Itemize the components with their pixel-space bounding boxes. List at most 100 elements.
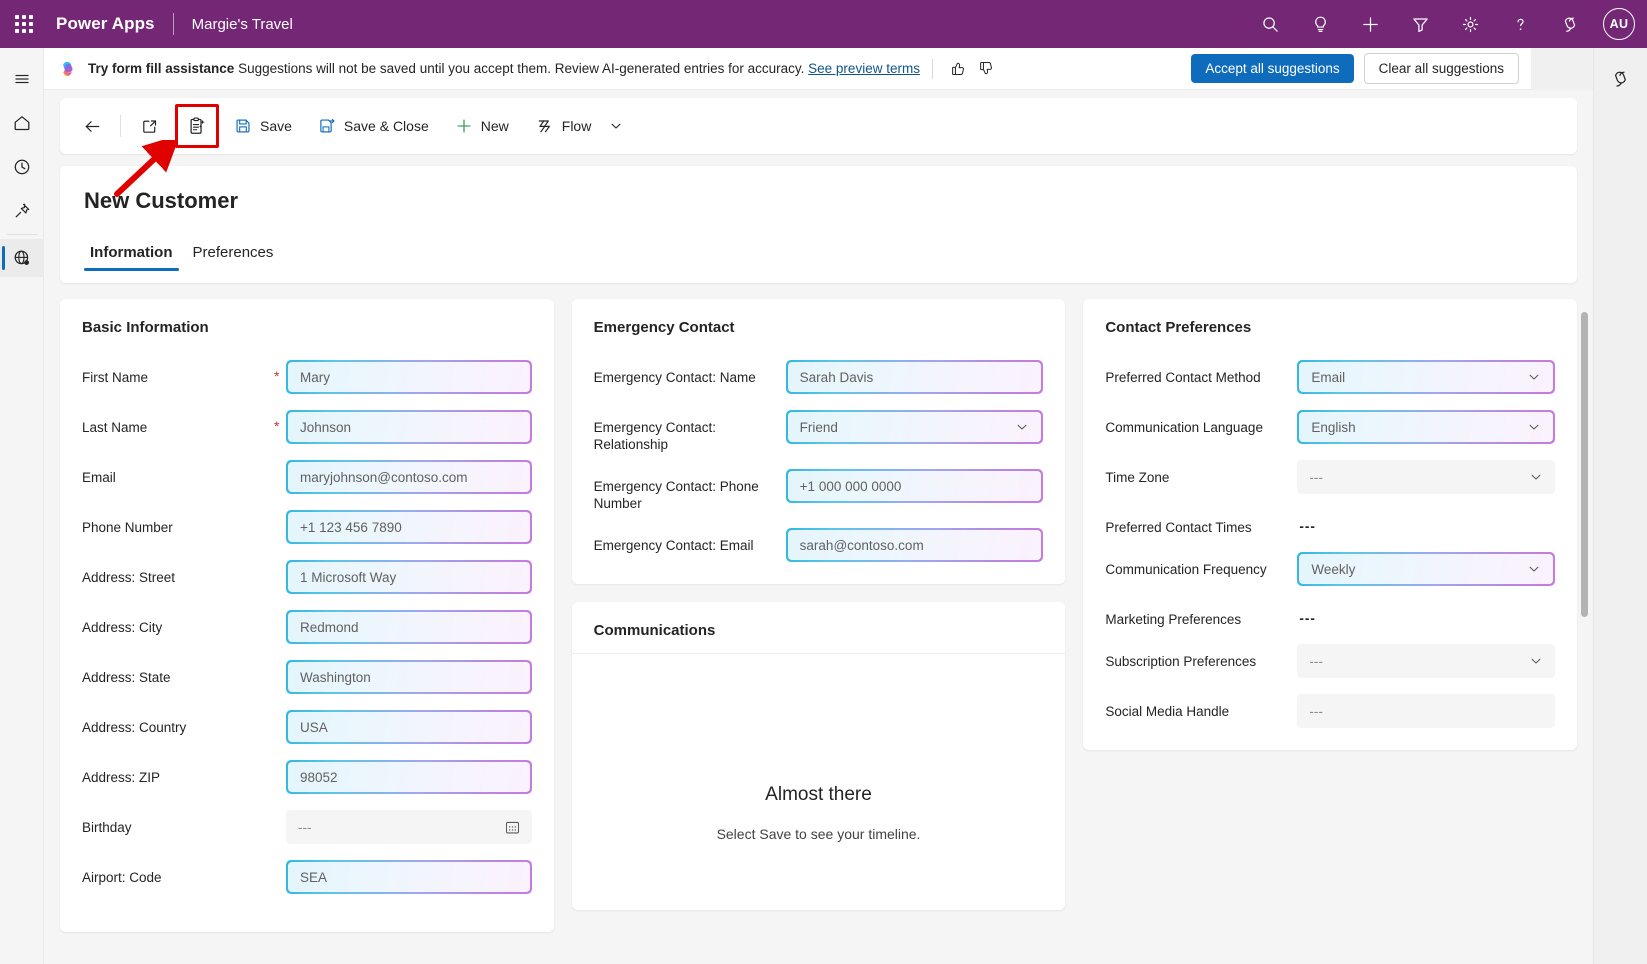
command-bar: Save Save & Close New Flow <box>60 98 1577 154</box>
copilot-button[interactable] <box>1545 0 1595 48</box>
field-label: Time Zone <box>1105 460 1297 486</box>
field-control: Weekly <box>1297 552 1555 586</box>
field-emergency-phone: Emergency Contact: Phone Number +1 000 0… <box>594 469 1044 512</box>
field-address-zip: Address: ZIP 98052 <box>82 760 532 794</box>
filter-button[interactable] <box>1395 0 1445 48</box>
input-value: Mary <box>288 362 530 392</box>
subscription-preferences-select[interactable]: --- <box>1297 644 1555 678</box>
avatar[interactable]: AU <box>1603 8 1635 40</box>
clear-all-suggestions-button[interactable]: Clear all suggestions <box>1364 53 1519 84</box>
required-spacer <box>274 660 286 668</box>
field-control: --- <box>1297 644 1555 678</box>
airport-code-input[interactable]: SEA <box>286 860 532 894</box>
phone-number-input[interactable]: +1 123 456 7890 <box>286 510 532 544</box>
field-label: Address: Country <box>82 710 274 736</box>
sidebar-item-menu[interactable] <box>0 60 44 98</box>
email-input[interactable]: maryjohnson@contoso.com <box>286 460 532 494</box>
field-address-state: Address: State Washington <box>82 660 532 694</box>
banner-message: Try form fill assistance Suggestions wil… <box>88 61 920 76</box>
settings-button[interactable] <box>1445 0 1495 48</box>
field-control: --- <box>1297 602 1555 626</box>
column-basic-information: Basic Information First Name * Mary Last… <box>60 299 554 932</box>
sidebar-item-pinned[interactable] <box>0 192 44 230</box>
sidebar-item-recent[interactable] <box>0 148 44 186</box>
empty-state-title: Almost there <box>594 784 1044 806</box>
new-record-button[interactable] <box>1345 0 1395 48</box>
address-street-input[interactable]: 1 Microsoft Way <box>286 560 532 594</box>
address-city-input[interactable]: Redmond <box>286 610 532 644</box>
form-fill-assistance-button[interactable] <box>179 108 215 144</box>
copilot-icon <box>1560 14 1581 35</box>
communication-frequency-select[interactable]: Weekly <box>1297 552 1555 586</box>
first-name-input[interactable]: Mary <box>286 360 532 394</box>
emergency-phone-input[interactable]: +1 000 000 0000 <box>786 469 1044 503</box>
time-zone-select[interactable]: --- <box>1297 460 1555 494</box>
preferred-contact-method-select[interactable]: Email <box>1297 360 1555 394</box>
address-zip-input[interactable]: 98052 <box>286 760 532 794</box>
field-control: SEA <box>286 860 532 894</box>
select-row: Email <box>1299 362 1553 392</box>
sidebar-item-customers[interactable] <box>0 239 44 277</box>
emergency-email-input[interactable]: sarah@contoso.com <box>786 528 1044 562</box>
form-fill-sparkle-icon <box>187 116 208 137</box>
save-and-close-button[interactable]: Save & Close <box>307 108 440 144</box>
calendar-icon[interactable] <box>505 820 520 835</box>
app-launcher-button[interactable] <box>0 0 48 48</box>
input-value: 1 Microsoft Way <box>288 562 530 592</box>
chevron-down-icon <box>1527 420 1541 434</box>
thumbs-down-button[interactable] <box>973 55 1001 83</box>
card-emergency-contact: Emergency Contact Emergency Contact: Nam… <box>572 299 1066 584</box>
field-control: Friend <box>786 410 1044 444</box>
required-indicator: * <box>274 410 286 434</box>
new-button[interactable]: New <box>444 108 520 144</box>
last-name-input[interactable]: Johnson <box>286 410 532 444</box>
card-title: Contact Preferences <box>1105 319 1555 336</box>
field-label: Emergency Contact: Relationship <box>594 410 786 453</box>
field-address-city: Address: City Redmond <box>82 610 532 644</box>
field-control: +1 123 456 7890 <box>286 510 532 544</box>
input-value: Johnson <box>288 412 530 442</box>
field-phone-number: Phone Number +1 123 456 7890 <box>82 510 532 544</box>
address-country-input[interactable]: USA <box>286 710 532 744</box>
help-button[interactable] <box>1495 0 1545 48</box>
tab-information[interactable]: Information <box>84 238 179 271</box>
emergency-name-input[interactable]: Sarah Davis <box>786 360 1044 394</box>
search-button[interactable] <box>1245 0 1295 48</box>
marketing-preferences-value[interactable]: --- <box>1297 602 1555 626</box>
vertical-scrollbar[interactable] <box>1581 312 1588 617</box>
open-external-icon <box>140 117 159 136</box>
home-icon <box>12 113 32 133</box>
card-communications: Communications Almost there Select Save … <box>572 602 1066 910</box>
field-control: 98052 <box>286 760 532 794</box>
input-value: --- <box>298 820 312 835</box>
banner-body: Suggestions will not be saved until you … <box>238 61 804 76</box>
copilot-pane-button[interactable] <box>1602 60 1640 98</box>
communication-language-select[interactable]: English <box>1297 410 1555 444</box>
birthday-input[interactable]: --- <box>286 810 532 844</box>
banner-divider <box>932 59 933 79</box>
save-button[interactable]: Save <box>223 108 303 144</box>
sidebar-item-home[interactable] <box>0 104 44 142</box>
tab-preferences[interactable]: Preferences <box>187 238 280 271</box>
select-value: --- <box>1309 654 1323 669</box>
field-control: English <box>1297 410 1555 444</box>
social-media-handle-input[interactable]: --- <box>1297 694 1555 728</box>
card-basic-information: Basic Information First Name * Mary Last… <box>60 299 554 932</box>
flow-button[interactable]: Flow <box>524 108 635 144</box>
thumbs-up-button[interactable] <box>945 55 973 83</box>
plus-icon <box>1361 15 1380 34</box>
back-button[interactable] <box>74 108 110 144</box>
emergency-relationship-select[interactable]: Friend <box>786 410 1044 444</box>
address-state-input[interactable]: Washington <box>286 660 532 694</box>
preferred-contact-times-value[interactable]: --- <box>1297 510 1555 534</box>
insights-button[interactable] <box>1295 0 1345 48</box>
form-tabs: Information Preferences <box>84 238 1553 271</box>
field-control: --- <box>1297 510 1555 534</box>
see-preview-terms-link[interactable]: See preview terms <box>808 61 920 76</box>
field-label: Address: Street <box>82 560 274 586</box>
field-label: Communication Frequency <box>1105 552 1297 578</box>
accept-all-suggestions-button[interactable]: Accept all suggestions <box>1191 54 1353 83</box>
column-emergency-and-communications: Emergency Contact Emergency Contact: Nam… <box>572 299 1066 910</box>
field-label: Emergency Contact: Email <box>594 528 786 554</box>
open-in-new-window-button[interactable] <box>131 108 167 144</box>
